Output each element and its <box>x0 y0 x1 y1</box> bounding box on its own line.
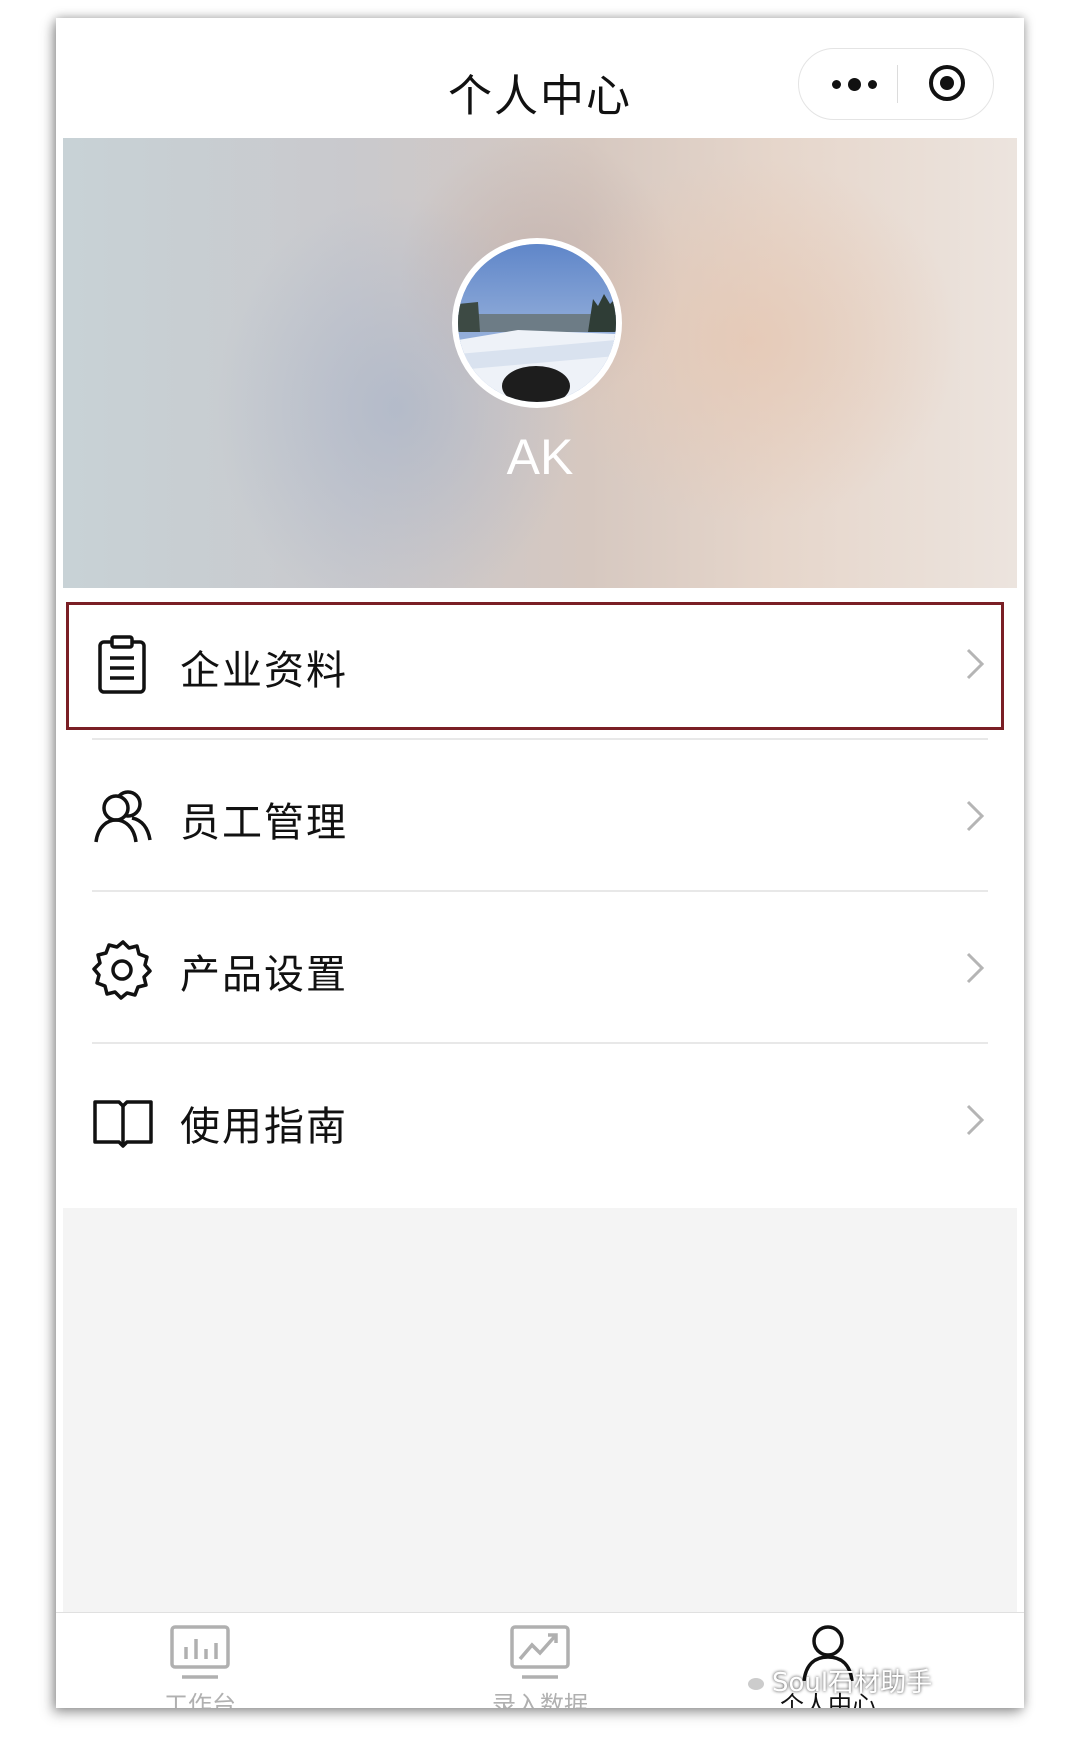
wechat-icon <box>736 1668 766 1692</box>
menu-item-company-info[interactable]: 企业资料 <box>56 588 1024 740</box>
users-icon <box>94 790 152 843</box>
dot-icon <box>831 79 841 89</box>
chevron-right-icon <box>966 648 985 680</box>
more-button[interactable] <box>813 49 895 119</box>
menu-item-user-guide[interactable]: 使用指南 <box>56 1044 1024 1196</box>
menu-item-label: 产品设置 <box>180 952 348 998</box>
username: AK <box>506 429 574 485</box>
avatar-photo-icon <box>458 244 616 402</box>
tab-label: 工作台 <box>164 1691 236 1708</box>
menu-item-product-settings[interactable]: 产品设置 <box>56 892 1024 1044</box>
bar-chart-icon <box>170 1625 230 1679</box>
watermark-text: Soul石材助手 <box>772 1668 933 1698</box>
target-icon <box>929 65 965 101</box>
menu-item-label: 员工管理 <box>180 800 348 846</box>
profile-banner: AK <box>63 138 1017 588</box>
trend-chart-icon <box>510 1625 570 1679</box>
empty-content-area <box>63 1208 1017 1612</box>
menu-item-label: 使用指南 <box>180 1104 348 1150</box>
miniprogram-capsule <box>798 48 994 120</box>
menu-item-staff-management[interactable]: 员工管理 <box>56 740 1024 892</box>
chevron-right-icon <box>966 1104 985 1136</box>
watermark: Soul石材助手 <box>736 1662 932 1699</box>
menu-list: 企业资料 员工管理 产品设置 使用指南 <box>56 588 1024 1196</box>
tab-workbench[interactable]: 工作台 <box>100 1613 300 1708</box>
clipboard-icon <box>98 635 146 694</box>
chevron-right-icon <box>966 800 985 832</box>
chevron-right-icon <box>966 952 985 984</box>
avatar[interactable] <box>452 238 622 408</box>
capsule-divider <box>897 65 898 103</box>
dot-icon <box>847 77 861 91</box>
menu-item-label: 企业资料 <box>180 648 348 694</box>
tab-label: 录入数据 <box>492 1691 588 1708</box>
book-icon <box>93 1100 153 1148</box>
tab-enter-data[interactable]: 录入数据 <box>440 1613 640 1708</box>
dot-icon <box>867 79 877 89</box>
gear-icon <box>92 940 152 1000</box>
phone-frame: 个人中心 AK 企业资料 员工管理 产品设置 使用指南 工作台 录入数据 个人中… <box>56 18 1024 1708</box>
close-button[interactable] <box>927 63 967 103</box>
nav-bar: 个人中心 <box>56 18 1024 138</box>
